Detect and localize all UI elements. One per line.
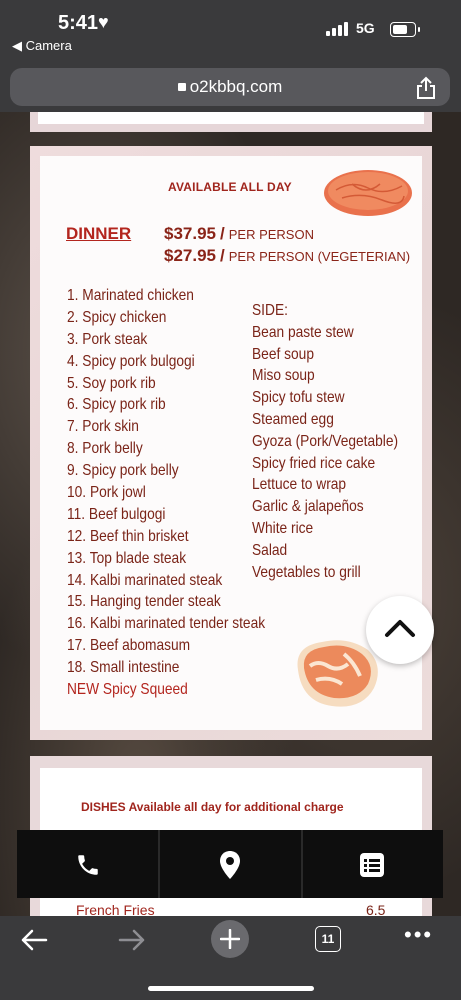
menu-item: 16. Kalbi marinated tender steak	[67, 615, 266, 633]
map-pin-icon	[220, 851, 240, 879]
clock: 5:41	[58, 12, 99, 34]
back-to-camera-link[interactable]: ◀ Camera	[12, 38, 72, 54]
menu-item: 14. Kalbi marinated steak	[67, 571, 223, 589]
dishes-heading: DISHES Available all day for additional …	[81, 800, 344, 814]
menu-item: 9. Spicy pork belly	[67, 462, 179, 480]
location-button[interactable]	[160, 830, 300, 898]
menu-item: 2. Spicy chicken	[67, 308, 167, 326]
menu-item: 15. Hanging tender steak	[67, 593, 221, 611]
new-tab-button[interactable]	[211, 920, 249, 958]
call-button[interactable]	[17, 830, 157, 898]
menu-item: 7. Pork skin	[67, 418, 139, 436]
browser-toolbar: 11 •••	[0, 916, 461, 1000]
side-item: Salad	[252, 541, 288, 559]
menu-item: 12. Beef thin brisket	[67, 527, 189, 545]
forward-arrow-icon[interactable]	[118, 928, 146, 952]
side-item: Spicy fried rice cake	[252, 454, 376, 472]
url-text: o2kbbq.com	[189, 77, 283, 96]
menu-list-icon	[360, 853, 384, 877]
menu-item: 10. Pork jowl	[67, 484, 146, 502]
battery-icon	[390, 22, 420, 37]
side-item: Steamed egg	[252, 410, 334, 428]
marinated-meat-icon	[324, 170, 412, 216]
previous-card-edge	[30, 112, 432, 132]
status-bar: 5:41 ♥ ◀ Camera 5G	[0, 0, 461, 60]
side-item: Garlic & jalapeños	[252, 498, 364, 516]
home-indicator	[148, 986, 314, 991]
share-icon[interactable]	[416, 76, 436, 100]
side-item: Gyoza (Pork/Vegetable)	[252, 432, 399, 450]
back-arrow-icon[interactable]	[20, 928, 48, 952]
phone-icon	[78, 855, 98, 875]
menu-item: 17. Beef abomasum	[67, 637, 191, 655]
price-vegetarian: $27.95/PER PERSON (VEGETERIAN)	[164, 246, 411, 265]
menu-item: 3. Pork steak	[67, 330, 148, 348]
available-all-day-heading: AVAILABLE ALL DAY	[168, 180, 292, 194]
side-menu-list: SIDE: Bean paste stew Beef soup Miso sou…	[252, 300, 422, 583]
heart-icon: ♥	[98, 12, 109, 32]
menu-list-button[interactable]	[303, 830, 443, 898]
price-regular: $37.95/PER PERSON	[164, 224, 314, 243]
side-item: Spicy tofu stew	[252, 389, 345, 407]
menu-item: 8. Pork belly	[67, 440, 143, 458]
menu-item: 4. Spicy pork bulgogi	[67, 352, 195, 370]
menu-item: 6. Spicy pork rib	[67, 396, 166, 414]
network-label: 5G	[356, 20, 375, 36]
menu-item: 18. Small intestine	[67, 659, 180, 677]
side-title: SIDE:	[252, 302, 288, 319]
quick-action-bar	[17, 830, 443, 898]
side-item: Lettuce to wrap	[252, 476, 347, 494]
tabs-button[interactable]: 11	[315, 926, 341, 952]
address-bar-container: o2kbbq.com	[0, 60, 461, 112]
menu-item: 13. Top blade steak	[67, 549, 187, 567]
more-options-icon[interactable]: •••	[404, 924, 433, 946]
signal-icon	[326, 20, 350, 36]
chevron-up-icon	[385, 620, 415, 637]
menu-item: 11. Beef bulgogi	[67, 505, 166, 523]
side-item: Vegetables to grill	[252, 563, 361, 581]
scroll-to-top-button[interactable]	[366, 596, 434, 664]
new-menu-item: NEW Spicy Squeed	[67, 681, 188, 699]
side-item: Miso soup	[252, 367, 315, 385]
side-item: Bean paste stew	[252, 323, 354, 341]
address-bar[interactable]: o2kbbq.com	[10, 68, 450, 106]
plus-icon	[220, 929, 240, 949]
side-item: White rice	[252, 519, 314, 537]
lock-icon	[177, 83, 186, 91]
dinner-label: DINNER	[66, 224, 132, 243]
menu-item: 5. Soy pork rib	[67, 374, 156, 392]
menu-item: 1. Marinated chicken	[67, 287, 194, 304]
side-item: Beef soup	[252, 345, 314, 363]
